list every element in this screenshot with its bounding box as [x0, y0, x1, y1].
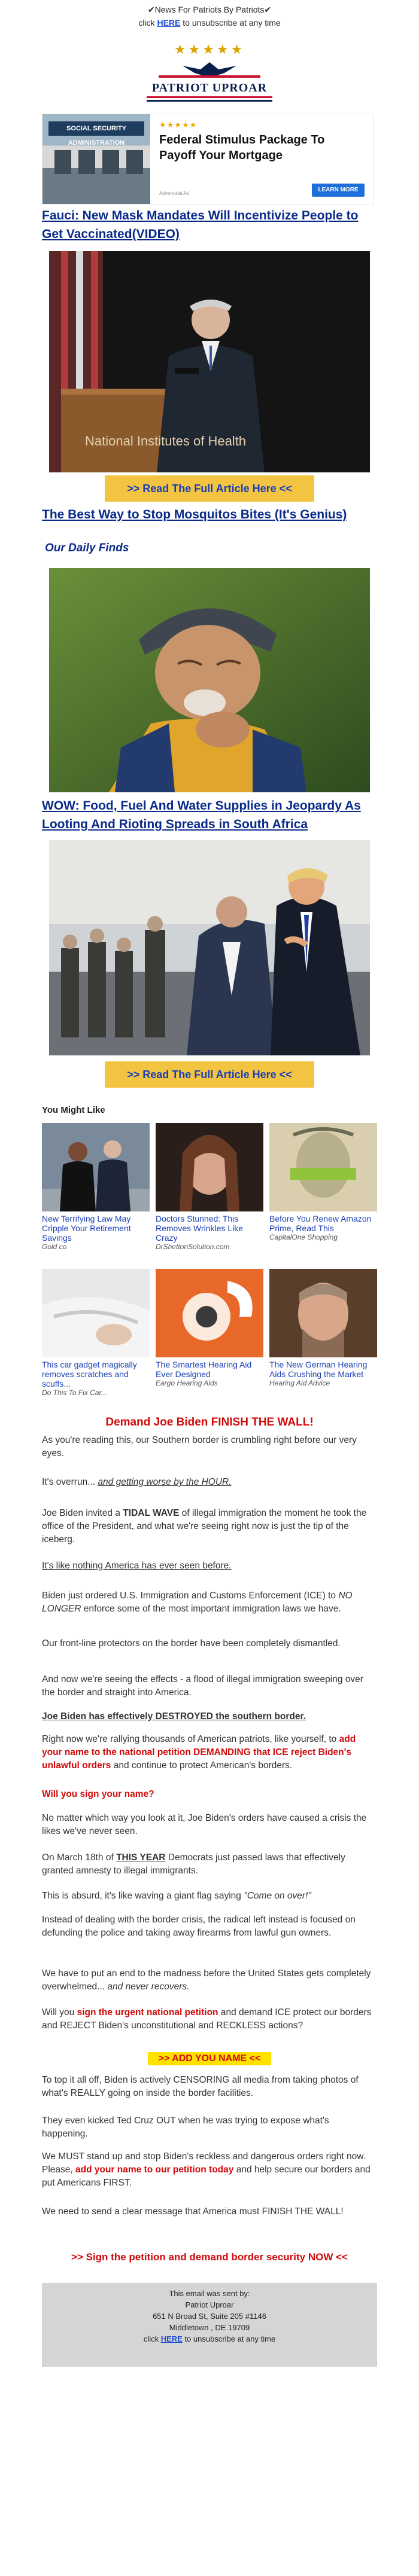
card-image — [269, 1123, 377, 1211]
card-title[interactable]: Doctors Stunned: This Removes Wrinkles L… — [156, 1214, 263, 1243]
ad-sponsor: Advertorial Ad — [159, 191, 189, 196]
card-title[interactable]: The Smartest Hearing Aid Ever Designed — [156, 1360, 263, 1379]
flag-stripes-icon — [147, 96, 272, 102]
footer-sender: Patriot Uproar — [185, 2300, 234, 2309]
article-3-read-more-button[interactable]: >> Read The Full Article Here << — [105, 1061, 314, 1088]
article-1-headline[interactable]: Fauci: New Mask Mandates Will Incentiviz… — [42, 206, 377, 243]
letter-paragraph: Right now we're rallying thousands of Am… — [42, 1734, 356, 1771]
letter-paragraph: We MUST stand up and stop Biden's reckle… — [42, 2151, 371, 2188]
letter-paragraph: It's overrun... and getting worse by the… — [42, 1477, 232, 1487]
logo-stars: ★★★★★ — [174, 42, 245, 57]
letter-paragraph: Biden just ordered U.S. Immigration and … — [42, 1591, 353, 1614]
card-title[interactable]: This car gadget magically removes scratc… — [42, 1360, 150, 1388]
letter-paragraph: And now we're seeing the effects - a flo… — [42, 1674, 363, 1698]
petition-link[interactable]: add your name to our petition today — [75, 2165, 233, 2175]
letter-paragraph: Joe Biden has effectively DESTROYED the … — [42, 1711, 306, 1722]
article-2-headline[interactable]: The Best Way to Stop Mosquitos Bites (It… — [42, 505, 377, 524]
card-title[interactable]: New Terrifying Law May Cripple Your Reti… — [42, 1214, 150, 1243]
final-petition-link[interactable]: >> Sign the petition and demand border s… — [0, 2251, 419, 2263]
card-image — [156, 1123, 263, 1211]
footer-address-1: 651 N Broad St, Suite 205 #1146 — [153, 2312, 266, 2321]
recommendation-card[interactable]: The New German Hearing Aids Crushing the… — [269, 1269, 377, 1387]
unsubscribe-link-bottom[interactable]: HERE — [161, 2334, 183, 2343]
letter-paragraph: Joe Biden invited a TIDAL WAVE of illega… — [42, 1508, 367, 1545]
article-2-source: Our Daily Finds — [45, 542, 129, 554]
letter-paragraph: It's like nothing America has ever seen … — [42, 1561, 232, 1571]
letter-paragraph: As you're reading this, our Southern bor… — [42, 1435, 357, 1458]
letter-paragraph: Instead of dealing with the border crisi… — [42, 1915, 356, 1938]
recommendation-card[interactable]: New Terrifying Law May Cripple Your Reti… — [42, 1123, 150, 1251]
card-title[interactable]: Before You Renew Amazon Prime, Read This — [269, 1214, 377, 1233]
card-image — [269, 1269, 377, 1357]
letter-paragraph: We need to send a clear message that Ame… — [42, 2206, 344, 2217]
patriot-uproar-logo: ★★★★★ PATRIOT UPROAR — [135, 42, 284, 111]
card-title[interactable]: The New German Hearing Aids Crushing the… — [269, 1360, 377, 1379]
letter-heading: Demand Joe Biden FINISH THE WALL! — [105, 1416, 314, 1429]
card-source: Hearing Aid Advice — [269, 1379, 330, 1387]
article-3-headline[interactable]: WOW: Food, Fuel And Water Supplies in Je… — [42, 796, 377, 834]
petition-link[interactable]: sign the urgent national petition — [77, 2007, 218, 2018]
article-1-photo[interactable]: National Institutes of Health — [49, 251, 370, 472]
card-image — [42, 1123, 150, 1211]
letter-question: Will you sign your name? — [42, 1789, 154, 1799]
recommendation-card[interactable]: Doctors Stunned: This Removes Wrinkles L… — [156, 1123, 263, 1251]
card-image — [42, 1269, 150, 1357]
letter-paragraph: On March 18th of THIS YEAR Democrats jus… — [42, 1852, 345, 1876]
logo-name: PATRIOT UPROAR — [151, 81, 268, 94]
recommendation-card[interactable]: Before You Renew Amazon Prime, Read This… — [269, 1123, 377, 1241]
stimulus-ad[interactable]: SOCIAL SECURITY ADMINISTRATION ★★★★★ Fed… — [42, 114, 374, 205]
ad-photo-sign: SOCIAL SECURITY ADMINISTRATION — [48, 121, 144, 146]
letter-paragraph: Our front-line protectors on the border … — [42, 1638, 341, 1649]
letter-paragraph: This is absurd, it's like waving a giant… — [42, 1891, 311, 1901]
unsubscribe-line-top: click HERE to unsubscribe at any time — [138, 18, 281, 28]
ad-learn-more-button[interactable]: LEARN MORE — [312, 184, 365, 197]
card-image — [156, 1269, 263, 1357]
letter-paragraph: We have to put an end to the madness bef… — [42, 1968, 371, 1992]
ad-rating-stars: ★★★★★ — [159, 120, 198, 129]
you-might-like-heading: You Might Like — [42, 1105, 105, 1115]
eagle-icon — [159, 62, 260, 78]
letter-paragraph: They even kicked Ted Cruz OUT when he wa… — [42, 2116, 329, 2139]
ad-photo: SOCIAL SECURITY ADMINISTRATION — [42, 114, 150, 204]
letter-paragraph: No matter which way you look at it, Joe … — [42, 1813, 367, 1836]
footer-address-2: Middletown , DE 19709 — [169, 2323, 250, 2332]
footer-sent-by: This email was sent by: — [169, 2289, 250, 2298]
card-source: Eargo Hearing Aids — [156, 1379, 218, 1387]
card-source: Do This To Fix Car... — [42, 1388, 108, 1397]
unsubscribe-line-bottom: click HERE to unsubscribe at any time — [143, 2334, 276, 2343]
article-2-photo[interactable] — [49, 568, 370, 792]
tagline: ✔News For Patriots By Patriots✔ — [147, 5, 272, 14]
footer: This email was sent by: Patriot Uproar 6… — [42, 2283, 377, 2367]
card-source: Gold co — [42, 1243, 67, 1251]
recommendation-card[interactable]: The Smartest Hearing Aid Ever Designed E… — [156, 1269, 263, 1387]
article-3-photo[interactable] — [49, 840, 370, 1055]
letter-paragraph: To top it all off, Biden is actively CEN… — [42, 2075, 359, 2098]
article-1-photo-sign: National Institutes of Health — [85, 434, 246, 448]
article-1-read-more-button[interactable]: >> Read The Full Article Here << — [105, 475, 314, 502]
card-source: CapitalOne Shopping — [269, 1233, 338, 1241]
unsubscribe-link-top[interactable]: HERE — [157, 18, 180, 28]
ad-title[interactable]: Federal Stimulus Package To Payoff Your … — [159, 132, 363, 163]
card-source: DrShettonSolution.com — [156, 1243, 230, 1251]
letter-paragraph: Will you sign the urgent national petiti… — [42, 2007, 372, 2031]
add-your-name-button[interactable]: >> ADD YOU NAME << — [148, 2052, 271, 2065]
recommendation-card[interactable]: This car gadget magically removes scratc… — [42, 1269, 150, 1397]
